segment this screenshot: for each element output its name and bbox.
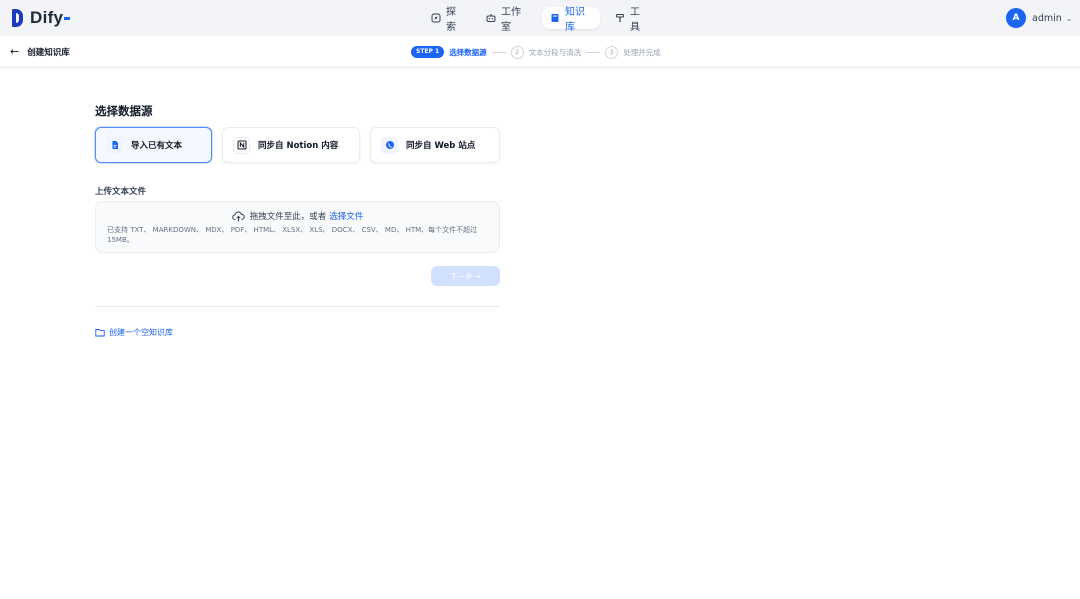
create-knowledge-header: ← 创建知识库 STEP 1 选择数据源 2 文本分段与清洗 3 处理并完成 <box>0 36 1080 68</box>
stepper: STEP 1 选择数据源 2 文本分段与清洗 3 处理并完成 <box>411 45 661 59</box>
compass-icon <box>431 13 441 23</box>
step-1-label: 选择数据源 <box>449 47 487 57</box>
upload-title: 上传文本文件 <box>95 187 147 197</box>
back-button[interactable]: ← 创建知识库 <box>10 45 70 58</box>
arrow-left-icon: ← <box>10 45 20 58</box>
chevron-down-icon: ⌄ <box>1065 13 1073 23</box>
step-1-badge: STEP 1 <box>411 46 445 58</box>
nav-explore[interactable]: 探索 <box>423 7 471 33</box>
step-divider <box>491 51 506 53</box>
section-title: 选择数据源 <box>95 104 153 118</box>
step-3-number: 3 <box>605 45 619 59</box>
step-divider <box>586 51 601 53</box>
folder-icon <box>95 328 105 337</box>
logo-mark-icon <box>12 9 23 27</box>
nav-knowledge-label: 知识库 <box>565 7 585 33</box>
next-step-button[interactable]: 下一步 → <box>431 266 500 286</box>
logo-text: Dify <box>30 8 64 27</box>
nav-studio[interactable]: 工作室 <box>478 7 536 33</box>
source-card-notion[interactable]: 同步自 Notion 内容 <box>222 127 360 163</box>
nav-tools-label: 工具 <box>630 7 640 33</box>
nav-knowledge[interactable]: 知识库 <box>542 7 600 33</box>
dify-logo[interactable]: Dify <box>12 8 71 28</box>
file-dropzone[interactable]: 拖拽文件至此，或者 选择文件 已支持 TXT、 MARKDOWN、 MDX、 P… <box>95 201 500 253</box>
dropzone-prompt: 拖拽文件至此，或者 选择文件 <box>96 210 499 222</box>
step-2-label: 文本分段与清洗 <box>528 47 582 57</box>
create-empty-knowledge-link[interactable]: 创建一个空知识库 <box>95 327 173 338</box>
page-title: 创建知识库 <box>27 47 70 58</box>
user-menu[interactable]: A admin ⌄ <box>1006 7 1072 29</box>
source-card-label: 同步自 Notion 内容 <box>258 141 339 151</box>
file-icon <box>106 136 123 154</box>
step-3-label: 处理并完成 <box>623 47 661 57</box>
notion-icon <box>233 136 250 154</box>
divider <box>95 306 500 307</box>
nav-studio-label: 工作室 <box>501 7 521 33</box>
nav-tools[interactable]: 工具 <box>607 7 655 33</box>
logo-underscore <box>64 16 71 20</box>
top-nav-bar: Dify 探索 工作室 知识库 工具 A admin ⌄ <box>0 0 1080 36</box>
source-card-label: 同步自 Web 站点 <box>406 141 476 151</box>
step-2-number: 2 <box>510 45 524 59</box>
dropzone-text: 拖拽文件至此，或者 <box>249 212 327 222</box>
select-file-link[interactable]: 选择文件 <box>329 210 363 222</box>
hammer-icon <box>615 13 625 23</box>
book-icon <box>550 13 560 23</box>
create-empty-label: 创建一个空知识库 <box>109 328 173 337</box>
nav-explore-label: 探索 <box>446 7 456 33</box>
avatar: A <box>1006 8 1026 28</box>
source-card-label: 导入已有文本 <box>131 141 183 151</box>
user-name: admin <box>1032 12 1062 24</box>
globe-icon <box>381 136 398 154</box>
supported-formats-text: 已支持 TXT、 MARKDOWN、 MDX、 PDF、 HTML、 XLSX、… <box>107 226 478 244</box>
source-card-file[interactable]: 导入已有文本 <box>95 127 212 163</box>
upload-cloud-icon <box>231 210 245 222</box>
robot-icon <box>486 13 496 23</box>
source-card-web[interactable]: 同步自 Web 站点 <box>370 127 500 163</box>
